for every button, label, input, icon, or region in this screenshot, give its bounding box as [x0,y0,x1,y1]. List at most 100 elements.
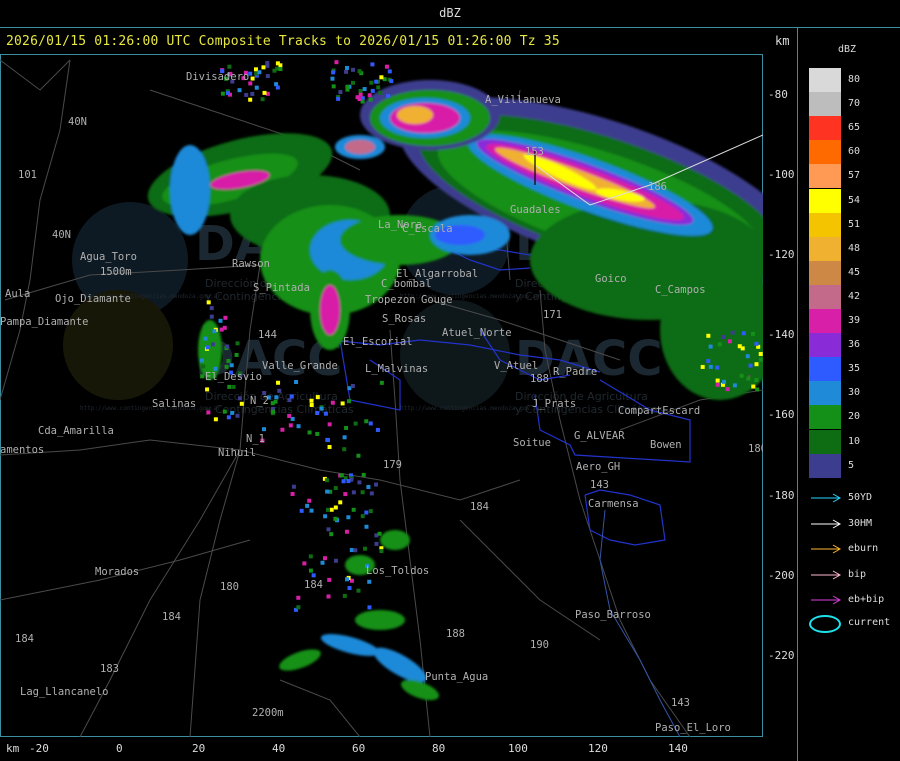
legend-swatch [809,453,841,478]
echo-pixel [754,378,759,383]
echo-pixel [294,380,299,385]
echo-pixel [344,529,349,534]
echo-pixel [333,486,338,491]
radar-map-canvas: DACC DACC DACC DACC Dirección de Agricul… [0,54,763,737]
echo-pixel [331,70,336,75]
place-label: Paso_El_Loro [655,722,731,734]
watermark-url: http://www.contingencias.mendoza.gov.ar [80,405,221,412]
echo-pixel [296,605,301,610]
echo-pixel [290,491,295,496]
echo-pixel [379,549,384,554]
echo-pixel [342,593,347,598]
title-bar: dBZ [0,0,900,28]
echo-pixel [320,560,325,565]
place-label: 180 [220,581,239,593]
legend-level-label: 42 [848,290,861,302]
echo-pixel [739,373,744,378]
place-label: Ojo_Diamante [55,293,131,305]
echo-pixel [368,509,373,514]
echo-pixel [325,489,330,494]
place-label: 184 [15,633,34,645]
echo-pixel [343,492,348,497]
echo-pixel [367,605,372,610]
track-arrow-icon [811,493,842,503]
echo-pixel [341,479,346,484]
echo-pixel [347,386,352,391]
place-label: 184 [162,611,181,623]
echo-pixel [327,577,332,582]
place-label: A_Villanueva [485,94,561,106]
echo-pixel [721,379,726,384]
echo-pixel [299,508,304,513]
echo-pixel [289,394,294,399]
place-label: 2200m [252,707,284,719]
watermark-url: http://www.contingencias.mendoza.gov.ar [400,405,541,412]
echo-pixel [758,352,763,357]
echo-pixel [702,370,707,375]
x-tick-label: 80 [432,742,446,755]
place-label: 179 [383,459,402,471]
echo-pixel [338,90,343,95]
echo-pixel [275,85,280,90]
echo-pixel [389,79,394,84]
place-label: 143 [671,697,690,709]
echo-pixel [334,60,339,65]
track-label: 50YD [848,492,873,503]
echo-pixel [309,398,314,403]
echo-pixel [315,410,320,415]
legend-level-label: 70 [848,98,861,110]
echo-pixel [350,384,355,389]
legend-swatch [809,116,841,141]
track-arrow-icon [811,595,842,605]
echo-pixel [333,505,338,510]
place-label: R_Padre [553,366,597,378]
place-label: Soitue [513,437,551,449]
echo-pixel [384,64,389,69]
echo-pixel [367,579,372,584]
legend-level-label: 35 [848,363,861,375]
place-label: Los_Toldos [366,565,429,577]
echo-pixel [346,399,351,404]
echo-pixel [323,411,328,416]
place-label: Atuel_Norte [442,327,512,339]
echo-pixel [271,409,276,414]
echo-pixel [340,401,345,406]
echo-pixel [308,554,313,559]
place-label: Aero_GH [576,461,620,473]
echo-pixel [349,548,354,553]
echo-pixel [715,365,720,370]
echo-pixel [226,415,231,420]
x-tick-label: 120 [588,742,608,755]
echo-pixel [379,380,384,385]
echo-pixel [714,386,719,391]
watermark-line2: y Contingencias Climáticas [205,403,354,416]
x-unit-label: km [6,742,20,755]
echo-pixel [721,335,726,340]
echo-pixel [358,92,363,97]
place-label: amentos [0,444,44,456]
echo-pixel [287,398,292,403]
echo-cell [355,610,405,630]
watermark-logo-icon [63,290,173,400]
echo-pixel [727,339,732,344]
echo-pixel [330,76,335,81]
place-label: CompartEscard [618,405,700,417]
place-label: 171 [543,309,562,321]
legend-swatch [809,236,841,261]
echo-pixel [323,514,328,519]
echo-pixel [755,387,760,392]
echo-pixel [244,92,249,97]
echo-pixel [225,344,230,349]
echo-pixel [748,363,753,368]
radar-map[interactable]: DACC DACC DACC DACC Dirección de Agricul… [0,54,763,737]
legend-divider [797,28,798,761]
echo-pixel [344,65,349,70]
echo-pixel [369,80,374,85]
place-label: 1500m [100,266,132,278]
echo-pixel [280,427,285,432]
echo-pixel [741,331,746,336]
echo-pixel [224,364,229,369]
echo-pixel [704,343,709,348]
echo-pixel [308,568,313,573]
echo-pixel [290,416,295,421]
